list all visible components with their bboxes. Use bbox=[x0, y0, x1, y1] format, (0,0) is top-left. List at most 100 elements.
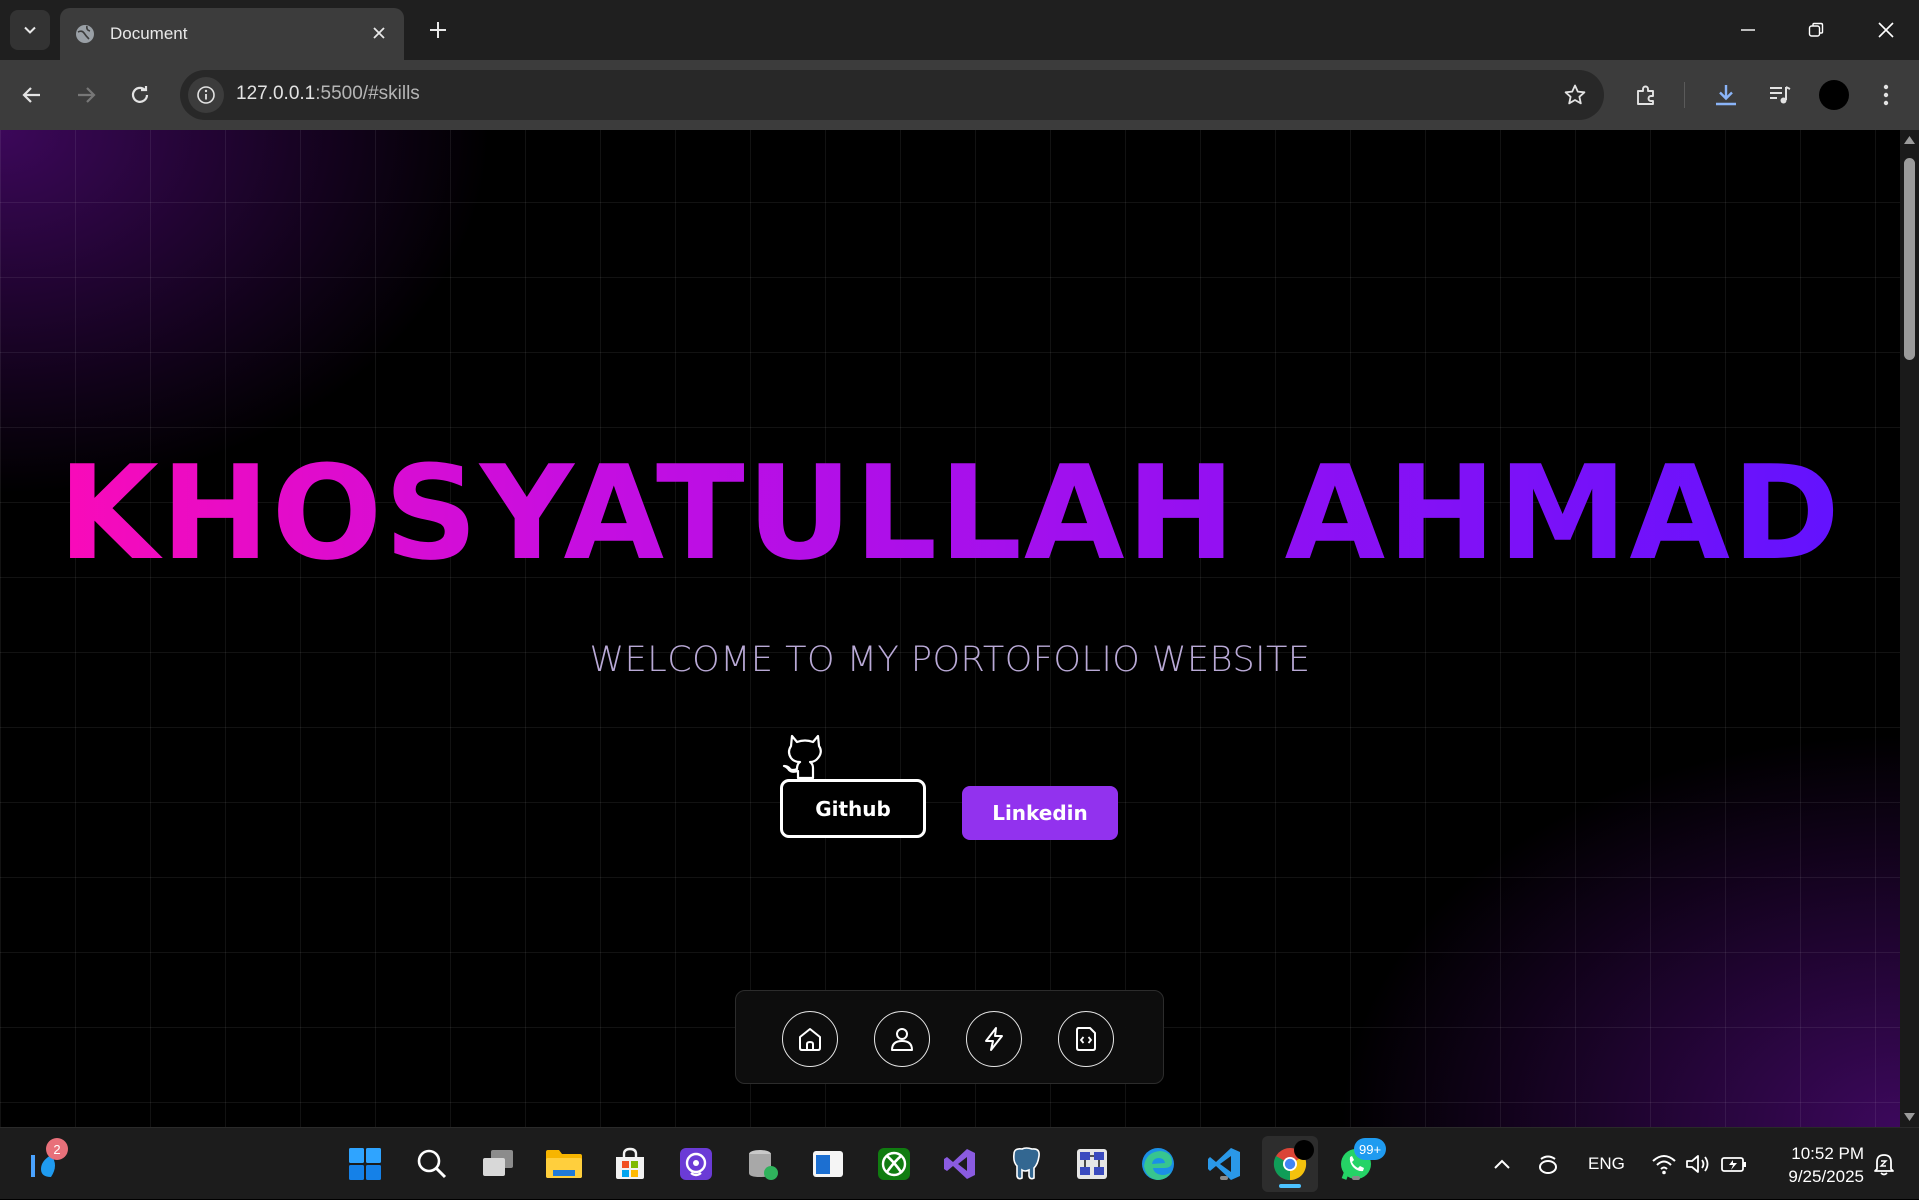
notifications-button[interactable] bbox=[1864, 1144, 1904, 1184]
elephant-icon bbox=[1013, 1147, 1040, 1180]
file-explorer-app[interactable] bbox=[544, 1144, 584, 1184]
vscode-app[interactable] bbox=[1204, 1144, 1244, 1184]
triangle-down-icon bbox=[1904, 1113, 1915, 1121]
close-window-button[interactable] bbox=[1866, 10, 1906, 50]
reload-icon bbox=[131, 86, 149, 103]
edge-app[interactable] bbox=[1138, 1144, 1178, 1184]
app-blue-window[interactable] bbox=[808, 1144, 848, 1184]
code-file-icon bbox=[1076, 1027, 1096, 1051]
scroll-down-arrow[interactable] bbox=[1903, 1111, 1916, 1123]
chrome-profile-dot bbox=[1294, 1140, 1314, 1160]
puzzle-icon bbox=[1637, 85, 1654, 105]
windows-icon bbox=[349, 1148, 381, 1180]
taskbar-clock[interactable]: 10:52 PM 9/25/2025 bbox=[1764, 1142, 1864, 1188]
downloads-button[interactable] bbox=[1706, 75, 1746, 115]
diagram-app-icon bbox=[1077, 1149, 1107, 1179]
lightning-icon bbox=[985, 1027, 1003, 1051]
app-purple[interactable] bbox=[676, 1144, 716, 1184]
site-info-button[interactable] bbox=[188, 77, 224, 113]
whatsapp-app[interactable]: 99+ bbox=[1336, 1138, 1387, 1184]
profile-button[interactable] bbox=[1814, 75, 1854, 115]
bookmark-button[interactable] bbox=[1562, 82, 1588, 108]
postgresql-app[interactable] bbox=[1006, 1144, 1046, 1184]
search-icon bbox=[417, 1149, 447, 1179]
database-icon bbox=[749, 1150, 778, 1180]
app-diagram-tool[interactable] bbox=[1072, 1144, 1112, 1184]
dock-skills-button[interactable] bbox=[966, 1011, 1022, 1067]
page-scrollbar[interactable] bbox=[1900, 130, 1919, 1127]
app-database-tool[interactable] bbox=[742, 1144, 782, 1184]
browser-toolbar: 127.0.0.1:5500/#skills bbox=[0, 60, 1919, 130]
bell-snooze-icon bbox=[1874, 1154, 1894, 1176]
tab-title: Document bbox=[110, 24, 188, 43]
scroll-thumb[interactable] bbox=[1904, 158, 1915, 360]
media-control-button[interactable] bbox=[1760, 75, 1800, 115]
close-tab-button[interactable] bbox=[368, 22, 390, 44]
hero-subtitle: WELCOME TO MY PORTOFOLIO WEBSITE bbox=[589, 640, 1311, 680]
windows-taskbar: 2 99+ ENG 10:52 PM 9/25/2025 bbox=[0, 1127, 1919, 1199]
chevron-up-icon bbox=[1494, 1159, 1510, 1169]
playlist-music-icon bbox=[1770, 86, 1791, 104]
browser-menu-button[interactable] bbox=[1866, 75, 1906, 115]
tab-strip: Document bbox=[0, 0, 1919, 60]
clock-time: 10:52 PM bbox=[1791, 1144, 1864, 1163]
purple-app-icon bbox=[680, 1148, 712, 1180]
triangle-up-icon bbox=[1904, 136, 1915, 144]
url-path: :5500/#skills bbox=[315, 83, 420, 104]
chrome-app[interactable] bbox=[1262, 1136, 1318, 1192]
battery-button[interactable] bbox=[1714, 1144, 1754, 1184]
scroll-up-arrow[interactable] bbox=[1903, 134, 1916, 146]
info-icon bbox=[197, 86, 215, 104]
speaker-icon bbox=[1686, 1155, 1709, 1173]
section-nav-dock bbox=[735, 990, 1164, 1084]
xbox-app[interactable] bbox=[874, 1144, 914, 1184]
task-view-button[interactable] bbox=[478, 1144, 518, 1184]
url-host: 127.0.0.1 bbox=[236, 83, 316, 104]
home-icon bbox=[799, 1028, 821, 1051]
restore-button[interactable] bbox=[1796, 10, 1836, 50]
extensions-button[interactable] bbox=[1626, 75, 1666, 115]
chevron-down-icon bbox=[24, 26, 36, 34]
visual-studio-app[interactable] bbox=[940, 1144, 980, 1184]
clock-date: 9/25/2025 bbox=[1788, 1167, 1864, 1186]
volume-button[interactable] bbox=[1678, 1144, 1718, 1184]
show-hidden-icons-button[interactable] bbox=[1482, 1144, 1522, 1184]
address-bar[interactable]: 127.0.0.1:5500/#skills bbox=[180, 70, 1604, 120]
search-button[interactable] bbox=[412, 1144, 452, 1184]
minimize-button[interactable] bbox=[1728, 10, 1768, 50]
star-icon bbox=[1564, 84, 1586, 105]
toolbar-separator bbox=[1684, 82, 1685, 108]
back-button[interactable] bbox=[12, 75, 52, 115]
globe-icon bbox=[76, 25, 94, 43]
weather-widget[interactable]: 2 bbox=[26, 1138, 68, 1184]
tab-document[interactable]: Document bbox=[60, 8, 404, 60]
avatar bbox=[1819, 80, 1849, 110]
language-indicator[interactable]: ENG bbox=[1588, 1128, 1625, 1200]
xbox-icon bbox=[878, 1148, 910, 1180]
linkedin-button[interactable]: Linkedin bbox=[962, 786, 1118, 840]
minimize-icon bbox=[1741, 29, 1755, 31]
reload-button[interactable] bbox=[120, 75, 160, 115]
microsoft-store-app[interactable] bbox=[610, 1144, 650, 1184]
github-button[interactable]: Github bbox=[780, 779, 926, 838]
more-vertical-icon bbox=[1883, 84, 1889, 106]
forward-button[interactable] bbox=[66, 75, 106, 115]
store-bag-icon bbox=[616, 1147, 644, 1179]
github-cat-icon bbox=[782, 734, 822, 780]
dock-home-button[interactable] bbox=[782, 1011, 838, 1067]
user-icon bbox=[891, 1028, 913, 1051]
dock-projects-button[interactable] bbox=[1058, 1011, 1114, 1067]
new-tab-button[interactable] bbox=[422, 14, 454, 46]
onedrive-tray-button[interactable] bbox=[1528, 1144, 1568, 1184]
dock-about-button[interactable] bbox=[874, 1011, 930, 1067]
notepad-app-icon bbox=[813, 1151, 843, 1177]
tab-search-button[interactable] bbox=[10, 10, 50, 50]
arrow-right-icon bbox=[78, 87, 96, 103]
battery-charging-icon bbox=[1721, 1157, 1746, 1172]
restore-icon bbox=[1808, 22, 1824, 37]
close-icon bbox=[1878, 22, 1894, 38]
sync-icon bbox=[1539, 1155, 1557, 1174]
start-button[interactable] bbox=[345, 1144, 385, 1184]
hero-name: KHOSYATULLAH AHMAD bbox=[0, 448, 1900, 578]
wifi-icon bbox=[1652, 1155, 1676, 1175]
